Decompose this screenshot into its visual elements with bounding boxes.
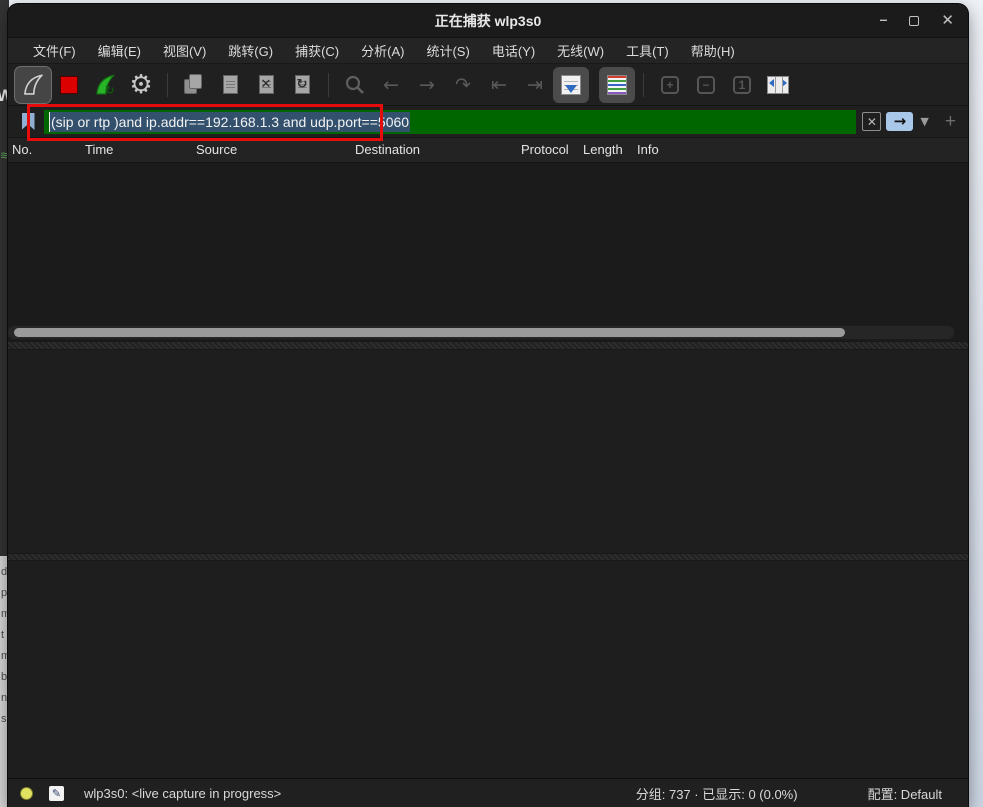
display-filter-bar: (sip or rtp )and ip.addr==192.168.1.3 an… [8, 106, 968, 138]
pane-splitter[interactable] [8, 341, 968, 350]
menubar: 文件(F) 编辑(E) 视图(V) 跳转(G) 捕获(C) 分析(A) 统计(S… [8, 38, 968, 64]
bookmark-icon [22, 113, 35, 130]
capture-options-button[interactable]: ⚙ [123, 67, 159, 103]
column-length[interactable]: Length [583, 142, 623, 157]
column-protocol[interactable]: Protocol [521, 142, 569, 157]
maximize-button[interactable] [909, 16, 919, 26]
forward-arrow-icon: → [419, 74, 435, 96]
zoom-original-icon: 1 [733, 76, 751, 94]
last-packet-icon: ⇥ [527, 74, 543, 96]
column-destination[interactable]: Destination [355, 142, 420, 157]
toolbar-separator [167, 73, 168, 97]
packet-counts-text: 分组: 737 · 已显示: 0 (0.0%) [624, 784, 810, 803]
reload-file-button[interactable]: ↻ [284, 67, 320, 103]
toolbar-separator [328, 73, 329, 97]
goto-packet-icon: ↷ [455, 74, 471, 96]
find-packet-button[interactable] [337, 67, 373, 103]
capture-comment-icon[interactable]: ✎ [49, 786, 64, 801]
menu-tools[interactable]: 工具(T) [615, 38, 680, 63]
save-file-icon [223, 75, 238, 94]
go-forward-button[interactable]: → [409, 67, 445, 103]
reload-file-icon: ↻ [295, 75, 310, 94]
filter-text-selected: (sip or rtp )and ip.addr==192.168.1.3 an… [49, 112, 410, 132]
save-capture-file-button[interactable] [212, 67, 248, 103]
statusbar: ✎ wlp3s0: <live capture in progress> 分组:… [8, 778, 968, 807]
filter-dropdown-caret[interactable]: ▼ [920, 115, 928, 128]
menu-capture[interactable]: 捕获(C) [284, 38, 350, 63]
horizontal-scrollbar-track[interactable] [8, 326, 954, 339]
close-capture-file-button[interactable]: ✕ [248, 67, 284, 103]
stop-capture-button[interactable] [51, 67, 87, 103]
packet-list-pane[interactable] [8, 163, 968, 341]
pane-splitter[interactable] [8, 553, 968, 561]
restart-fin-icon: ↻ [92, 72, 118, 98]
first-packet-icon: ⇤ [491, 74, 507, 96]
titlebar[interactable]: 正在捕获 wlp3s0 – ✕ [8, 4, 968, 38]
stop-icon [60, 76, 78, 94]
zoom-in-icon: + [661, 76, 679, 94]
start-capture-button[interactable] [15, 67, 51, 103]
column-source[interactable]: Source [196, 142, 237, 157]
window-controls: – ✕ [880, 4, 954, 37]
filter-apply-button[interactable]: → [886, 112, 913, 131]
main-toolbar: ↻ ⚙ ✕ ↻ [8, 64, 968, 106]
zoom-in-button[interactable]: + [652, 67, 688, 103]
colorize-packets-button[interactable] [599, 67, 635, 103]
go-back-button[interactable]: ← [373, 67, 409, 103]
display-filter-input[interactable]: (sip or rtp )and ip.addr==192.168.1.3 an… [44, 110, 856, 134]
zoom-original-button[interactable]: 1 [724, 67, 760, 103]
gear-icon: ⚙ [129, 72, 152, 98]
column-info[interactable]: Info [637, 142, 659, 157]
menu-edit[interactable]: 编辑(E) [87, 38, 152, 63]
zoom-out-button[interactable]: − [688, 67, 724, 103]
packet-details-pane[interactable] [8, 350, 968, 553]
menu-file[interactable]: 文件(F) [22, 38, 87, 63]
open-capture-file-button[interactable] [176, 67, 212, 103]
menu-analyze[interactable]: 分析(A) [350, 38, 415, 63]
column-no[interactable]: No. [12, 142, 32, 157]
auto-scroll-icon [561, 75, 581, 95]
expert-info-indicator[interactable] [20, 787, 33, 800]
first-packet-button[interactable]: ⇤ [481, 67, 517, 103]
capture-status-text: wlp3s0: <live capture in progress> [84, 786, 281, 801]
open-file-icon [183, 74, 205, 96]
menu-telephony[interactable]: 电话(Y) [481, 38, 546, 63]
filter-add-button[interactable]: + [945, 111, 956, 133]
close-file-icon: ✕ [259, 75, 274, 94]
resize-columns-icon [767, 76, 789, 94]
packet-list-header: No. Time Source Destination Protocol Len… [8, 138, 968, 163]
window-title: 正在捕获 wlp3s0 [435, 11, 542, 31]
profile-text[interactable]: 配置: Default [868, 784, 942, 803]
filter-bookmark-button[interactable] [16, 109, 40, 135]
horizontal-scrollbar-thumb[interactable] [14, 328, 845, 337]
menu-go[interactable]: 跳转(G) [217, 38, 284, 63]
shark-fin-icon [20, 72, 46, 98]
column-time[interactable]: Time [85, 142, 113, 157]
menu-statistics[interactable]: 统计(S) [415, 38, 480, 63]
colorize-icon [607, 75, 627, 95]
zoom-out-icon: − [697, 76, 715, 94]
close-button[interactable]: ✕ [941, 14, 954, 28]
wireshark-window: 正在捕获 wlp3s0 – ✕ 文件(F) 编辑(E) 视图(V) 跳转(G) … [8, 4, 968, 807]
packet-bytes-pane[interactable] [8, 561, 968, 778]
svg-text:↻: ↻ [105, 84, 115, 96]
menu-help[interactable]: 帮助(H) [680, 38, 746, 63]
resize-columns-button[interactable] [760, 67, 796, 103]
minimize-button[interactable]: – [880, 12, 888, 26]
search-icon [344, 74, 366, 96]
back-arrow-icon: ← [383, 74, 399, 96]
menu-view[interactable]: 视图(V) [152, 38, 217, 63]
auto-scroll-button[interactable] [553, 67, 589, 103]
filter-clear-button[interactable]: ✕ [862, 112, 881, 131]
menu-wireless[interactable]: 无线(W) [546, 38, 615, 63]
go-to-packet-button[interactable]: ↷ [445, 67, 481, 103]
restart-capture-button[interactable]: ↻ [87, 67, 123, 103]
toolbar-separator [643, 73, 644, 97]
last-packet-button[interactable]: ⇥ [517, 67, 553, 103]
